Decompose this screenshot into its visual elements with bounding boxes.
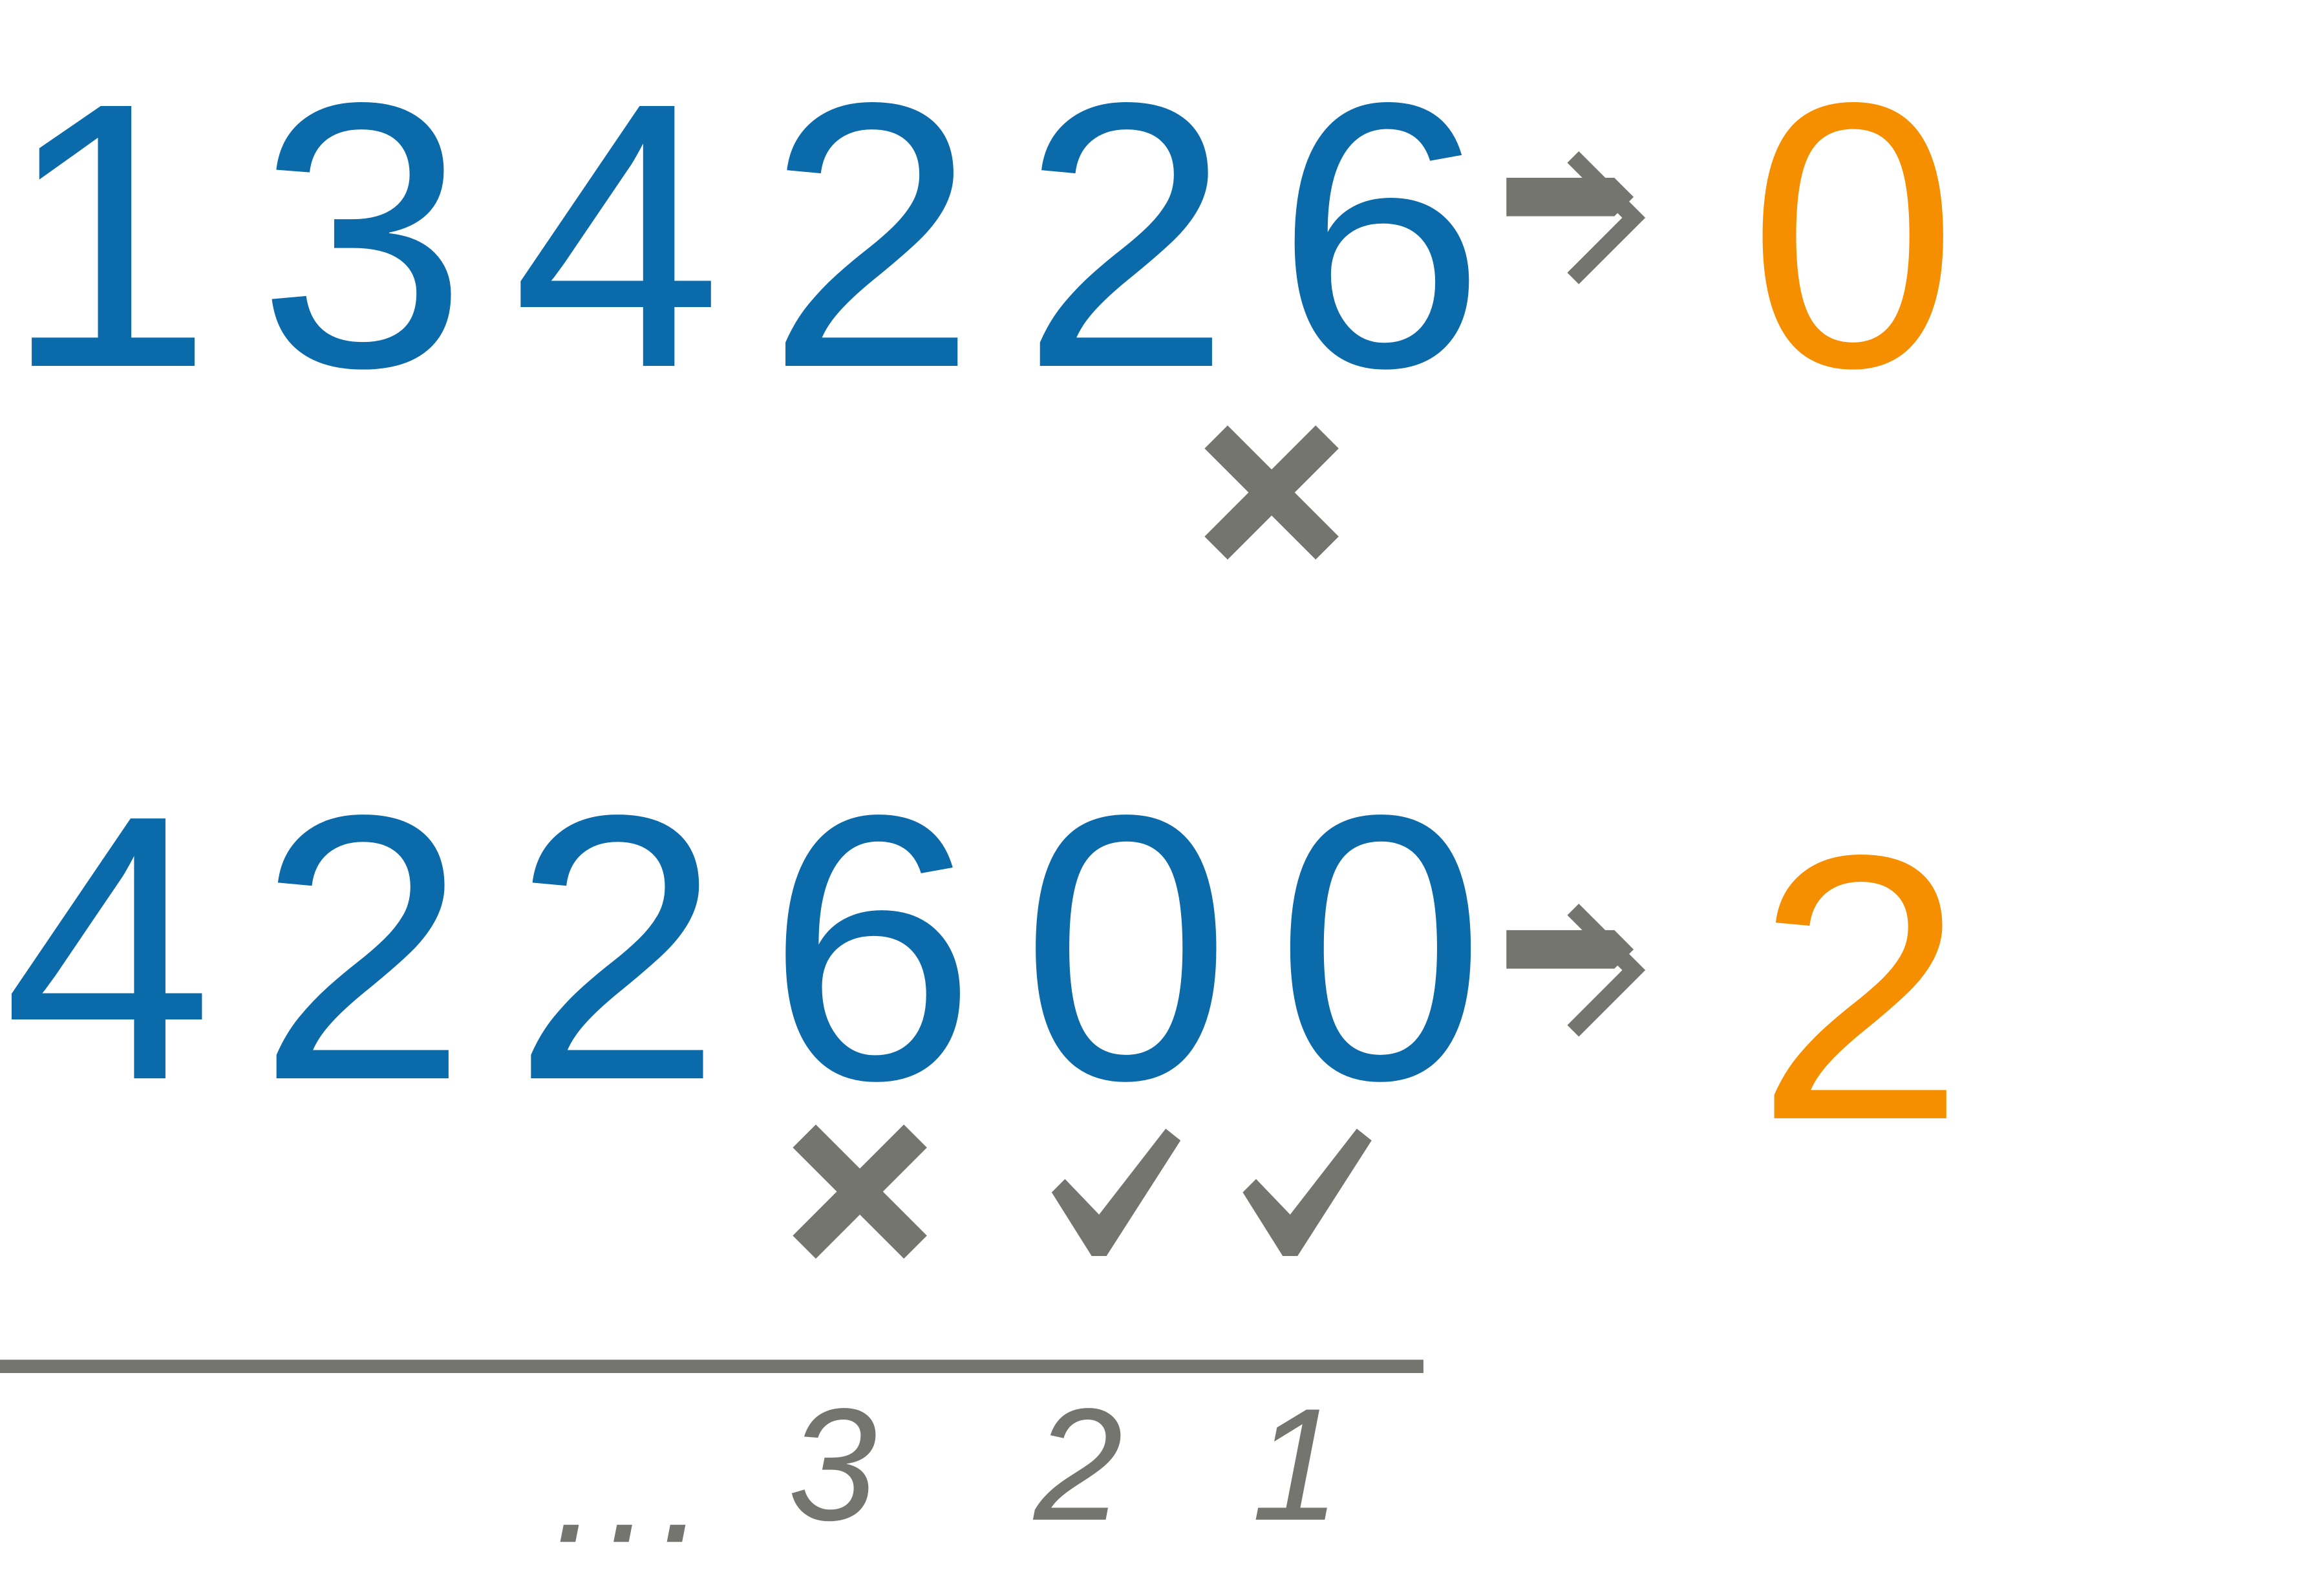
cross-icon: [793, 1124, 927, 1259]
position-ellipsis: ...: [553, 1396, 714, 1576]
position-axis-line: [0, 1359, 1423, 1374]
row1-implies-arrow-icon: [1506, 151, 1646, 284]
position-label-2: 2: [1034, 1374, 1123, 1554]
check-icon: [1242, 1128, 1372, 1257]
row1-result: 0: [1747, 25, 1958, 447]
position-label-3: 3: [787, 1374, 877, 1554]
diagram-canvas: 134226 0 422600 2 ... 3 2 1: [0, 0, 2324, 1566]
cross-icon: [1204, 425, 1339, 560]
row1-number: 134226: [3, 25, 1530, 447]
position-label-1: 1: [1252, 1374, 1341, 1554]
row2-number: 422600: [3, 738, 1530, 1160]
row2-result: 2: [1755, 777, 1966, 1200]
row2-implies-arrow-icon: [1506, 903, 1646, 1037]
check-icon: [1051, 1128, 1181, 1257]
